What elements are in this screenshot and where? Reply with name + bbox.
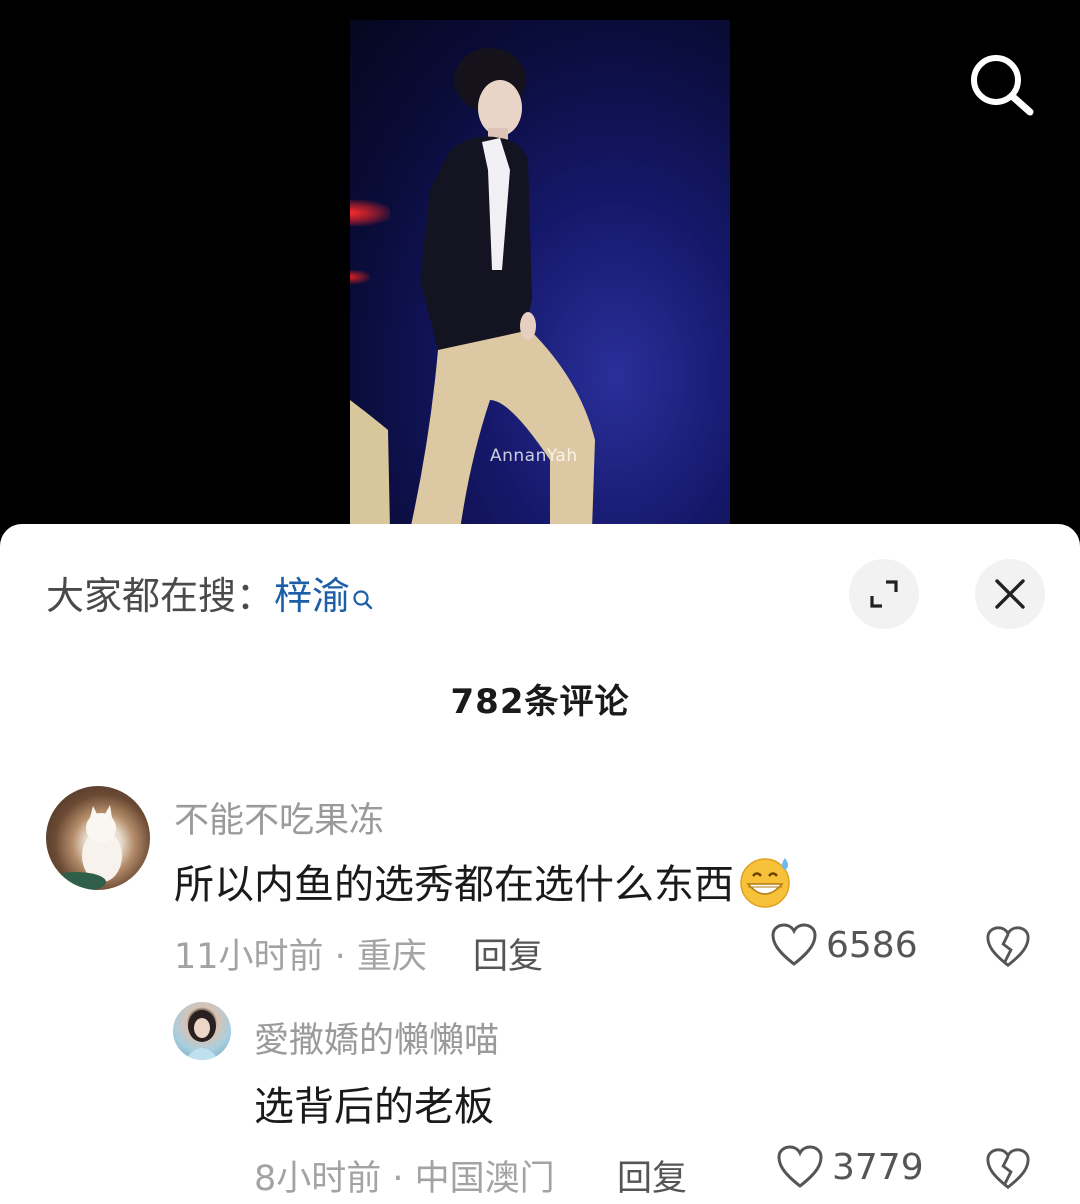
like-count: 3779 <box>832 1146 924 1188</box>
comment-sheet: 大家都在搜：梓渝 782条评论 不能不吃果冻 所以内鱼的选秀都在选什么东西 11… <box>0 524 1080 1204</box>
dislike-button[interactable] <box>985 1146 1031 1196</box>
comment-text: 所以内鱼的选秀都在选什么东西 <box>174 852 794 920</box>
video-watermark: AnnanYah <box>490 446 578 466</box>
hot-search-term[interactable]: 梓渝 <box>274 574 350 618</box>
close-icon <box>995 579 1025 609</box>
close-button[interactable] <box>975 559 1045 629</box>
video-player[interactable]: AnnanYah <box>0 0 1080 540</box>
search-button[interactable] <box>966 50 1036 120</box>
broken-heart-icon <box>986 1148 1030 1190</box>
like-button[interactable]: 6586 <box>770 922 918 968</box>
expand-icon <box>870 580 898 608</box>
avatar[interactable] <box>46 786 150 890</box>
cat-avatar-image <box>46 805 122 890</box>
dislike-button[interactable] <box>985 924 1031 974</box>
search-icon <box>352 574 374 622</box>
reply-button[interactable]: 回复 <box>473 928 543 979</box>
reply-meta: 8小时前 · 中国澳门 <box>254 1159 555 1199</box>
video-frame[interactable]: AnnanYah <box>350 20 730 530</box>
comment-meta: 11小时前 · 重庆 <box>174 937 427 977</box>
broken-heart-icon <box>986 926 1030 968</box>
heart-icon <box>771 923 817 966</box>
comment-text-content: 所以内鱼的选秀都在选什么东西 <box>174 862 734 908</box>
comment-username[interactable]: 不能不吃果冻 <box>174 792 384 843</box>
girl-avatar-image <box>185 1010 219 1060</box>
like-button[interactable]: 3779 <box>776 1144 924 1190</box>
avatar[interactable] <box>173 1002 231 1060</box>
reply-text: 选背后的老板 <box>254 1084 494 1130</box>
hot-search-bar[interactable]: 大家都在搜：梓渝 <box>46 572 374 622</box>
grinning-sweat-emoji <box>738 854 794 920</box>
reply-button[interactable]: 回复 <box>617 1150 687 1201</box>
like-count: 6586 <box>826 924 918 966</box>
search-icon <box>971 55 1034 116</box>
hot-search-label: 大家都在搜： <box>46 574 275 618</box>
heart-icon <box>777 1145 823 1188</box>
reply-username[interactable]: 愛撒嬌的懶懶喵 <box>254 1012 499 1063</box>
expand-button[interactable] <box>849 559 919 629</box>
comment-count: 782条评论 <box>450 682 630 722</box>
